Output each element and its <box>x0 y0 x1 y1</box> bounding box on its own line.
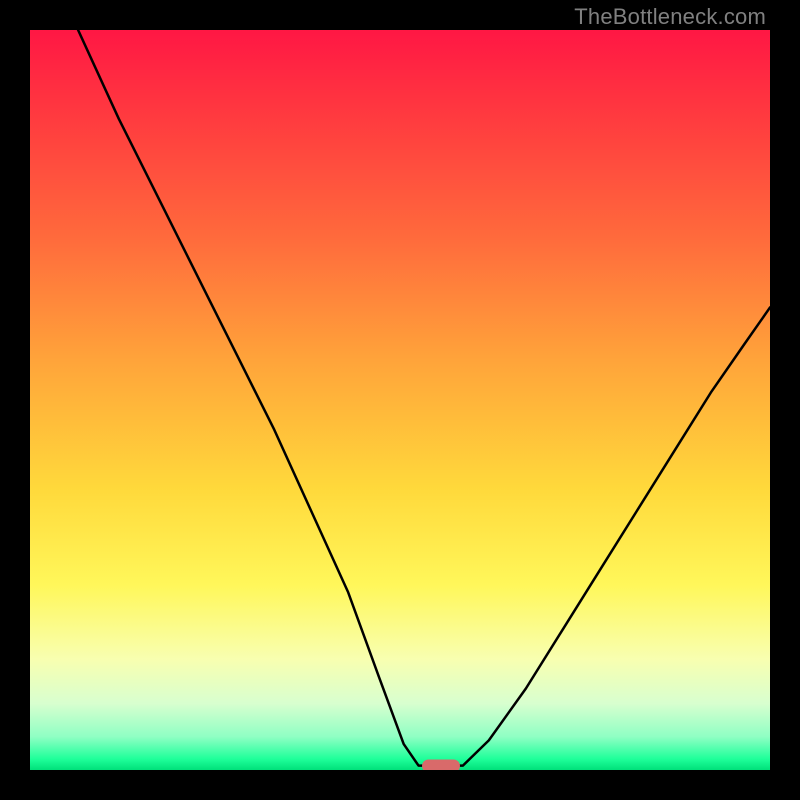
plot-area <box>30 30 770 770</box>
chart-frame: TheBottleneck.com <box>0 0 800 800</box>
bottleneck-curve <box>30 30 770 770</box>
optimum-marker <box>422 759 460 770</box>
watermark-text: TheBottleneck.com <box>574 4 766 30</box>
